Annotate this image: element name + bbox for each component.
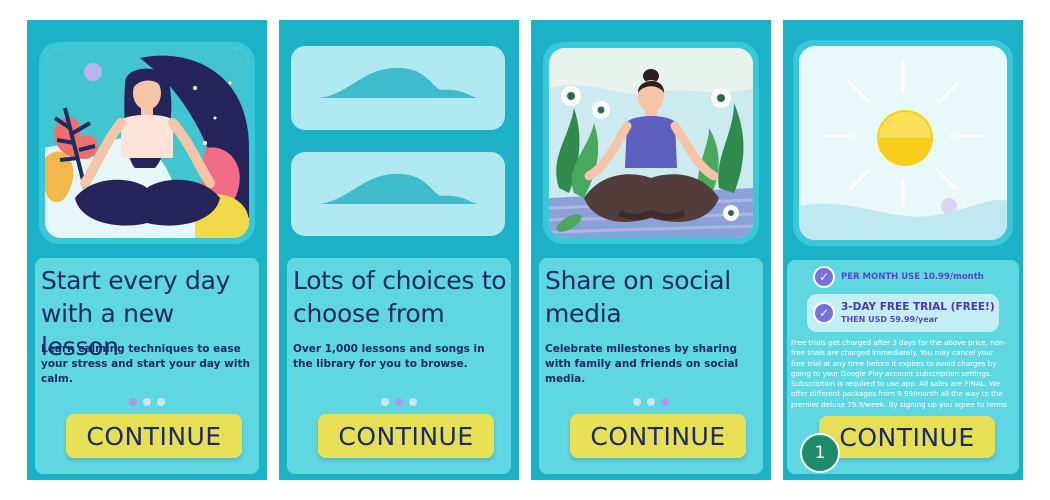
page-dot-1[interactable] [381,398,389,406]
page-dot-3[interactable] [157,398,165,406]
card-title: Lots of choices to choose from [293,266,507,328]
info-card: Share on social media Celebrate mileston… [539,258,763,474]
plan-trial-label: 3-DAY FREE TRIAL (FREE!) [841,301,995,313]
page-dot-1[interactable] [633,398,641,406]
page-dot-3[interactable] [661,398,669,406]
step-badge: 1 [800,433,840,473]
continue-button[interactable]: CONTINUE [570,414,746,458]
card-title: Share on social media [545,266,731,328]
subscription-screen: ✓ PER MONTH USE 10.99/month ✓ 3-DAY FREE… [783,20,1023,480]
plan-monthly-label: PER MONTH USE 10.99/month [841,272,984,282]
continue-button[interactable]: CONTINUE [318,414,494,458]
page-indicator [539,398,763,408]
onboarding-screen-3: Share on social media Celebrate mileston… [531,20,771,480]
hero-illustration [39,42,255,244]
continue-button[interactable]: CONTINUE [66,414,242,458]
page-indicator [35,398,259,408]
info-card: Lots of choices to choose from Over 1,00… [287,258,511,474]
meditating-woman-garden-illustration [549,48,753,238]
page-dot-2[interactable] [395,398,403,406]
page-dot-3[interactable] [409,398,417,406]
fine-print: Free trials get charged after 3 days for… [791,338,1007,409]
meditating-woman-illustration [45,48,249,238]
card-description: Learn calming techniques to ease your st… [41,343,250,385]
hero-illustration [543,42,759,244]
plan-option-monthly[interactable]: ✓ PER MONTH USE 10.99/month [813,266,984,288]
page-indicator [287,398,511,408]
page-dot-2[interactable] [143,398,151,406]
card-description: Celebrate milestones by sharing with fam… [545,343,739,385]
image-placeholder-bottom [291,152,505,236]
page-dot-1[interactable] [129,398,137,406]
plan-trial-price: THEN USD 59.99/year [841,315,938,324]
image-placeholder-top [291,46,505,130]
card-description: Over 1,000 lessons and songs in the libr… [293,343,485,370]
sun-icon [799,46,1007,240]
cloud-icon [319,173,477,204]
checkmark-icon: ✓ [813,302,835,324]
hero-illustration [793,40,1013,246]
onboarding-screen-1: Start every day with a new lesson Learn … [27,20,267,480]
info-card: Start every day with a new lesson Learn … [35,258,259,474]
page-dot-2[interactable] [647,398,655,406]
plan-option-trial[interactable]: ✓ 3-DAY FREE TRIAL (FREE!) THEN USD 59.9… [807,294,999,332]
onboarding-screen-2: Lots of choices to choose from Over 1,00… [279,20,519,480]
cloud-icon [319,67,477,98]
continue-button[interactable]: CONTINUE [819,416,995,458]
checkmark-icon: ✓ [813,266,835,288]
